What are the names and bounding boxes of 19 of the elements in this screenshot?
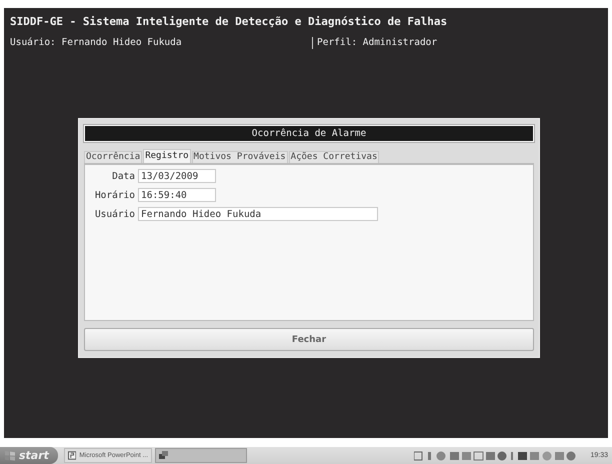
user-label: Usuário: Fernando Hideo Fukuda	[10, 36, 183, 50]
tab[interactable]: Motivos Prováveis	[192, 151, 288, 163]
tab[interactable]: Registro	[143, 149, 191, 163]
windows-logo-icon	[4, 450, 16, 461]
input-field[interactable]: Fernando Hideo Fukuda	[138, 207, 378, 221]
field-label: Horário	[94, 190, 135, 200]
field-label: Usuário	[94, 208, 135, 220]
tab[interactable]: Ocorrência	[84, 151, 142, 163]
profile-label: Perfil: Administrador	[317, 36, 438, 50]
tab[interactable]: Ações Corretivas	[288, 151, 380, 163]
window-icon	[159, 451, 168, 460]
dialog-title: Ocorrência de Alarme	[84, 125, 534, 142]
app-title: SIDDF-GE - Sistema Inteligente de Detecção e Diagnóstico de Falhas	[10, 14, 448, 30]
input-field[interactable]: 16:59:40	[138, 188, 216, 202]
document-icon	[68, 451, 76, 460]
input-field[interactable]: 13/03/2009	[138, 169, 216, 183]
field-label: Data	[111, 170, 135, 182]
taskbar-button[interactable]	[155, 448, 247, 463]
close-button[interactable]: Fechar	[84, 328, 534, 351]
